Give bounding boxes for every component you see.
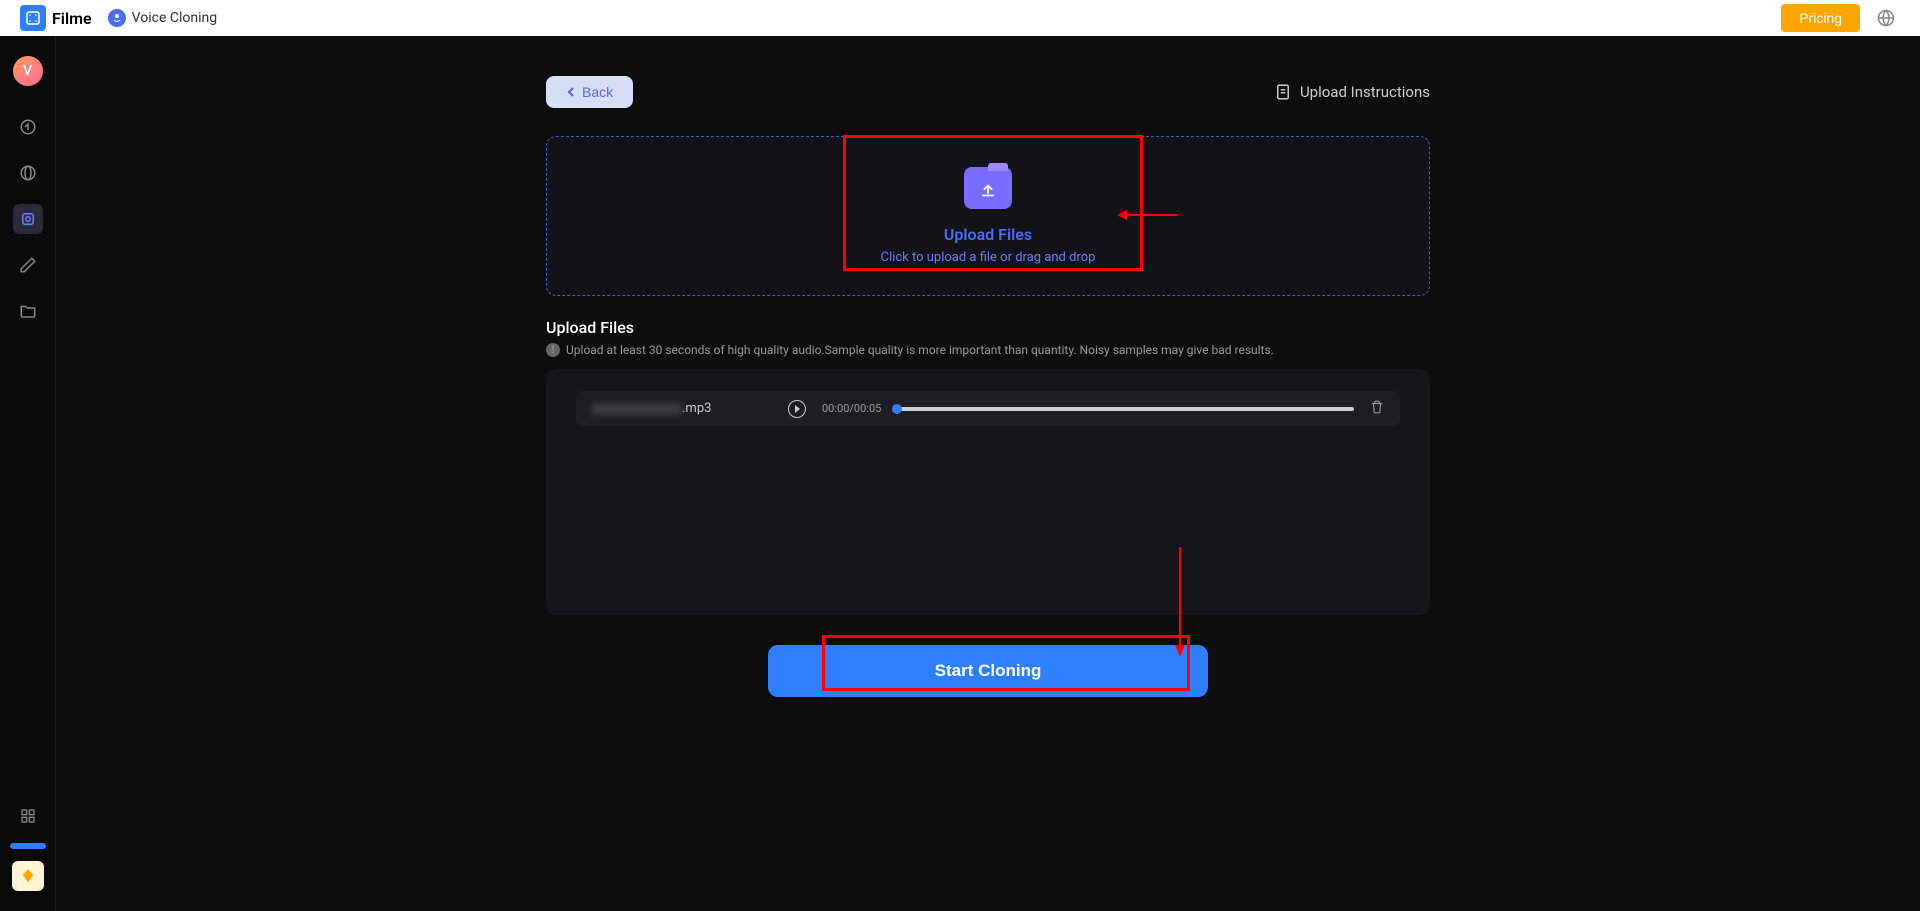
upload-dropzone[interactable]: Upload Files Click to upload a file or d… — [546, 136, 1430, 296]
file-list: .mp3 00:00/00:05 — [546, 369, 1430, 615]
diamond-button[interactable] — [12, 861, 44, 891]
upload-title: Upload Files — [944, 225, 1032, 244]
sidebar: V — [0, 36, 56, 911]
sidebar-folder-icon[interactable] — [13, 296, 43, 326]
upload-hint: ! Upload at least 30 seconds of high qua… — [546, 343, 1430, 357]
filme-logo[interactable]: Filme — [20, 5, 92, 31]
blurred-filename — [592, 403, 682, 415]
upload-subtitle: Click to upload a file or drag and drop — [881, 250, 1096, 265]
progress-dot — [892, 404, 902, 414]
header-right: Pricing — [1781, 4, 1900, 32]
pricing-button[interactable]: Pricing — [1781, 4, 1860, 32]
avatar[interactable]: V — [13, 56, 43, 86]
top-header: Filme Voice Cloning Pricing — [0, 0, 1920, 36]
sidebar-bottom — [10, 801, 46, 891]
file-name: .mp3 — [592, 401, 772, 416]
play-button[interactable] — [788, 400, 806, 418]
section-title: Upload Files — [546, 318, 1430, 337]
delete-button[interactable] — [1370, 399, 1384, 418]
sidebar-grid-icon[interactable] — [13, 801, 43, 831]
upload-instructions-label: Upload Instructions — [1300, 83, 1430, 101]
blue-indicator — [10, 843, 46, 849]
start-cloning-button[interactable]: Start Cloning — [768, 645, 1208, 697]
app-name: Filme — [52, 9, 92, 28]
sidebar-globe-icon[interactable] — [13, 158, 43, 188]
progress-bar[interactable] — [897, 407, 1354, 411]
main-layout: V — [0, 36, 1920, 911]
header-left: Filme Voice Cloning — [20, 5, 217, 31]
file-item: .mp3 00:00/00:05 — [576, 391, 1400, 426]
info-icon: ! — [546, 343, 560, 357]
filme-icon — [20, 5, 46, 31]
play-triangle-icon — [795, 405, 800, 413]
time-display: 00:00/00:05 — [822, 402, 881, 415]
start-button-wrapper: Start Cloning — [546, 645, 1430, 697]
hint-text: Upload at least 30 seconds of high quali… — [566, 343, 1274, 357]
globe-icon[interactable] — [1872, 4, 1900, 32]
annotation-arrow-1 — [1117, 205, 1177, 225]
page-title: Voice Cloning — [132, 10, 217, 26]
upload-instructions-link[interactable]: Upload Instructions — [1274, 83, 1430, 101]
chevron-left-icon — [566, 87, 576, 97]
voice-icon — [108, 9, 126, 27]
document-icon — [1274, 83, 1292, 101]
sidebar-voice-icon[interactable] — [13, 204, 43, 234]
back-label: Back — [582, 84, 613, 100]
voice-cloning-badge: Voice Cloning — [108, 9, 217, 27]
content-area: Back Upload Instructions — [56, 36, 1920, 911]
upload-folder-icon — [964, 167, 1012, 209]
sidebar-edit-icon[interactable] — [13, 250, 43, 280]
sidebar-home-icon[interactable] — [13, 112, 43, 142]
content-header: Back Upload Instructions — [546, 76, 1430, 108]
back-button[interactable]: Back — [546, 76, 633, 108]
